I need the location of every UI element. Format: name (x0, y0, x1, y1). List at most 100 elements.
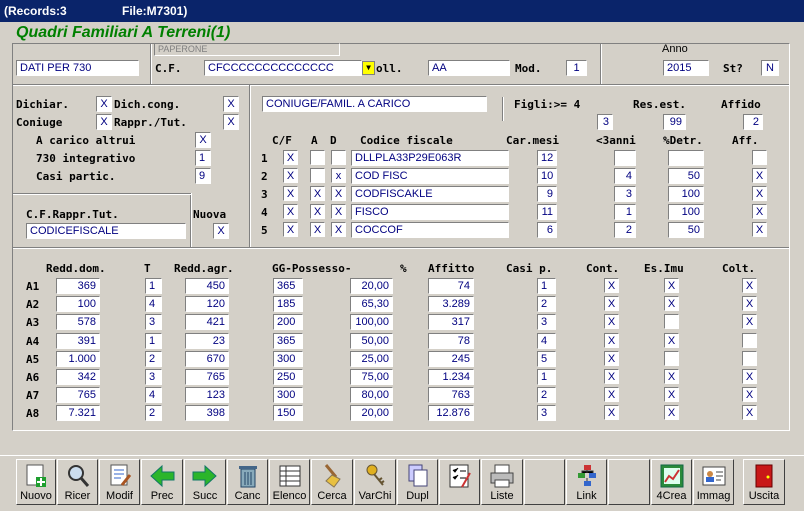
cont-checkbox[interactable]: X (604, 332, 619, 348)
mod-field[interactable]: 1 (566, 60, 587, 76)
uscita-button[interactable]: Uscita (743, 459, 785, 505)
anni-field[interactable]: 1 (614, 204, 636, 220)
detr-field[interactable] (668, 150, 704, 166)
t-field[interactable]: 3 (145, 369, 162, 385)
affitto-field[interactable]: 74 (428, 278, 474, 294)
gg-field[interactable]: 250 (273, 369, 303, 385)
mesi-field[interactable]: 10 (537, 168, 557, 184)
gg-field[interactable]: 200 (273, 314, 303, 331)
4crea-button[interactable]: 4Crea (651, 459, 692, 505)
cf-checkbox[interactable]: X (283, 150, 298, 165)
coniuge-famil-field[interactable]: CONIUGE/FAMIL. A CARICO (262, 96, 487, 112)
a-checkbox[interactable] (310, 168, 325, 183)
cf-combo[interactable]: CFCCCCCCCCCCCCCC (204, 60, 362, 76)
t-field[interactable]: 1 (145, 332, 162, 349)
redd-agr-field[interactable]: 398 (185, 405, 229, 422)
figli-field[interactable]: 3 (597, 114, 613, 130)
gg-field[interactable]: 150 (273, 405, 303, 422)
redd-dom-field[interactable]: 578 (56, 314, 100, 331)
aff-checkbox[interactable]: X (752, 204, 767, 219)
coniuge-checkbox[interactable]: X (96, 114, 112, 130)
cont-checkbox[interactable]: X (604, 314, 619, 330)
perc-field[interactable]: 20,00 (350, 278, 393, 294)
aff-checkbox[interactable]: X (752, 222, 767, 237)
a-checkbox[interactable]: X (310, 204, 325, 219)
cerca-button[interactable]: Cerca (311, 459, 353, 505)
redd-dom-field[interactable]: 1.000 (56, 350, 100, 367)
imu-checkbox[interactable] (664, 314, 679, 330)
nuovo-button[interactable]: Nuovo (16, 459, 56, 505)
cf-checkbox[interactable]: X (283, 204, 298, 219)
imu-checkbox[interactable]: X (664, 296, 679, 312)
oll-field[interactable]: AA (428, 60, 510, 76)
blank-14-button[interactable] (608, 459, 650, 505)
resest-field[interactable]: 99 (663, 114, 686, 130)
codice-field[interactable]: DLLPLA33P29E063R (351, 150, 509, 166)
redd-dom-field[interactable]: 7.321 (56, 405, 100, 422)
affitto-field[interactable]: 245 (428, 350, 474, 367)
aff-checkbox[interactable] (752, 150, 767, 165)
redd-agr-field[interactable]: 23 (185, 332, 229, 349)
redd-agr-field[interactable]: 421 (185, 314, 229, 331)
gg-field[interactable]: 365 (273, 278, 303, 294)
cont-checkbox[interactable]: X (604, 369, 619, 384)
t-field[interactable]: 2 (145, 405, 162, 422)
casi-field[interactable]: 9 (195, 168, 211, 184)
colt-checkbox[interactable]: X (742, 314, 757, 330)
casi-field[interactable]: 2 (537, 296, 556, 313)
casi-field[interactable]: 3 (537, 314, 556, 331)
anno-field[interactable]: 2015 (663, 60, 709, 76)
casi-field[interactable]: 3 (537, 405, 556, 422)
a-checkbox[interactable]: X (310, 186, 325, 201)
cf-checkbox[interactable]: X (283, 186, 298, 201)
prec-button[interactable]: Prec (141, 459, 183, 505)
dati-730-field[interactable]: DATI PER 730 (16, 60, 139, 76)
affitto-field[interactable]: 317 (428, 314, 474, 331)
mesi-field[interactable]: 6 (537, 222, 557, 238)
perc-field[interactable]: 100,00 (350, 314, 393, 331)
imu-checkbox[interactable]: X (664, 369, 679, 384)
perc-field[interactable]: 75,00 (350, 369, 393, 385)
blank-12-button[interactable] (524, 459, 565, 505)
casi-field[interactable]: 4 (537, 332, 556, 349)
t-field[interactable]: 3 (145, 314, 162, 331)
cont-checkbox[interactable]: X (604, 387, 619, 403)
ricer-button[interactable]: Ricer (57, 459, 98, 505)
cont-checkbox[interactable]: X (604, 296, 619, 312)
mesi-field[interactable]: 12 (537, 150, 557, 166)
perc-field[interactable]: 25,00 (350, 350, 393, 367)
d-checkbox[interactable]: X (331, 186, 346, 201)
detr-field[interactable]: 100 (668, 204, 704, 220)
elenco-button[interactable]: Elenco (269, 459, 310, 505)
imu-checkbox[interactable]: X (664, 387, 679, 403)
affitto-field[interactable]: 1.234 (428, 369, 474, 385)
imu-checkbox[interactable]: X (664, 278, 679, 293)
cont-checkbox[interactable]: X (604, 405, 619, 421)
affitto-field[interactable]: 78 (428, 332, 474, 349)
codice-field[interactable]: FISCO (351, 204, 509, 220)
gg-field[interactable]: 185 (273, 296, 303, 313)
blank-10-button[interactable] (439, 459, 480, 505)
anni-field[interactable] (614, 150, 636, 166)
gg-field[interactable]: 300 (273, 387, 303, 404)
perc-field[interactable]: 65,30 (350, 296, 393, 313)
chevron-down-icon[interactable]: ▼ (362, 61, 375, 75)
mesi-field[interactable]: 9 (537, 186, 557, 202)
link-button[interactable]: Link (566, 459, 607, 505)
canc-button[interactable]: Canc (227, 459, 268, 505)
dupl-button[interactable]: Dupl (397, 459, 438, 505)
d-checkbox[interactable]: X (331, 204, 346, 219)
redd-agr-field[interactable]: 120 (185, 296, 229, 313)
colt-checkbox[interactable]: X (742, 296, 757, 312)
d-checkbox[interactable]: X (331, 222, 346, 237)
cont-checkbox[interactable]: X (604, 278, 619, 293)
gg-field[interactable]: 365 (273, 332, 303, 349)
d-checkbox[interactable] (331, 150, 346, 165)
aff-checkbox[interactable]: X (752, 168, 767, 183)
colt-checkbox[interactable]: X (742, 405, 757, 421)
perc-field[interactable]: 50,00 (350, 332, 393, 349)
mesi-field[interactable]: 11 (537, 204, 557, 220)
anni-field[interactable]: 3 (614, 186, 636, 202)
perc-field[interactable]: 20,00 (350, 405, 393, 422)
codice-field[interactable]: COD FISC (351, 168, 509, 184)
